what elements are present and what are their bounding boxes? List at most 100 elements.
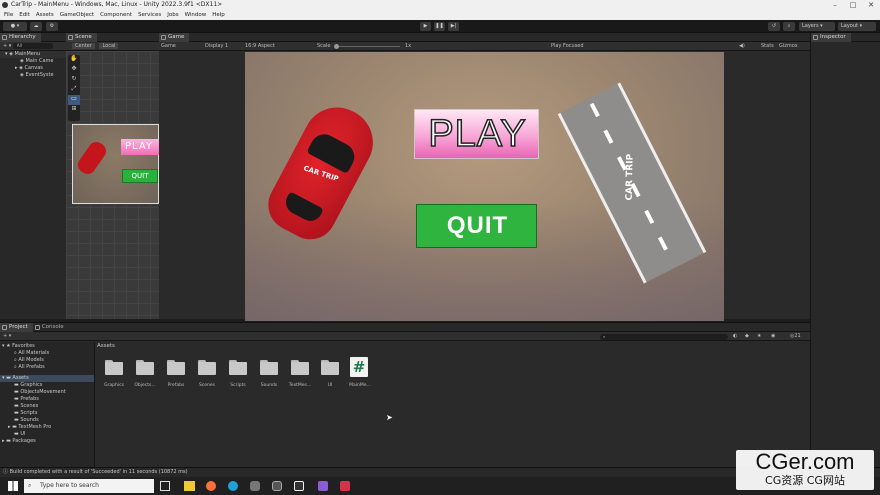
close-icon[interactable]: ✕ — [862, 0, 880, 10]
tab-hierarchy[interactable]: Hierarchy — [0, 33, 41, 42]
folder-scripts-icon[interactable] — [229, 360, 247, 375]
tree-favorites[interactable]: ▾ ★ Favorites — [0, 343, 94, 350]
unity-hub-icon[interactable] — [294, 481, 304, 491]
folder-graphics-icon[interactable] — [105, 360, 123, 375]
project-search-input[interactable]: ⌕ — [600, 333, 728, 340]
maximize-icon[interactable]: □ — [844, 0, 862, 10]
layers-dropdown[interactable]: Layers ▾ — [799, 22, 835, 31]
filter-label-icon[interactable]: ◆ — [745, 333, 749, 340]
menu-edit[interactable]: Edit — [19, 12, 30, 18]
menu-help[interactable]: Help — [212, 12, 225, 18]
scale-tool-icon[interactable]: ⤢ — [68, 85, 80, 95]
menu-component[interactable]: Component — [100, 12, 132, 18]
space-dropdown[interactable]: Local — [99, 43, 119, 49]
tree-sounds[interactable]: ▬ Sounds — [0, 417, 94, 424]
hierarchy-item-mainmenu[interactable]: ▾ ◈ MainMenu — [0, 51, 66, 58]
taskbar-search-input[interactable]: ⌕ Type here to search — [24, 479, 154, 493]
hierarchy-item-eventsystem[interactable]: ◈ EventSyste — [0, 72, 66, 79]
filter-type-icon[interactable]: ◐ — [733, 333, 737, 340]
tree-assets[interactable]: ▾ ▬ Assets — [0, 375, 94, 382]
menu-file[interactable]: File — [4, 12, 13, 18]
tab-project[interactable]: Project — [0, 323, 33, 332]
pivot-dropdown[interactable]: Center — [72, 43, 95, 49]
search-icon[interactable]: ⌕ — [783, 22, 795, 31]
folder-textmesh-icon[interactable] — [291, 360, 309, 375]
explorer-icon[interactable] — [184, 481, 195, 491]
hierarchy-search[interactable]: All — [12, 42, 53, 49]
tab-game[interactable]: Game — [159, 33, 190, 42]
script-file-icon[interactable]: # — [350, 357, 368, 377]
play-button-label: PLAY — [428, 113, 527, 155]
tree-all-materials[interactable]: ⌕ All Materials — [0, 350, 94, 357]
play-button[interactable]: ▶ — [420, 22, 431, 31]
folder-sounds-icon[interactable] — [260, 360, 278, 375]
move-tool-icon[interactable]: ✥ — [68, 65, 80, 75]
edge-icon[interactable] — [228, 481, 238, 491]
layout-dropdown[interactable]: Layout ▾ — [838, 22, 876, 31]
audio-mute-icon[interactable]: ◀) — [739, 43, 745, 50]
hierarchy-item-camera[interactable]: ◈ Main Came — [0, 58, 66, 65]
folder-scenes-icon[interactable] — [198, 360, 216, 375]
menu-jobs[interactable]: Jobs — [167, 12, 178, 18]
tree-scripts[interactable]: ▬ Scripts — [0, 410, 94, 417]
app-icon-1[interactable] — [250, 481, 260, 491]
history-icon[interactable]: ↺ — [768, 22, 780, 31]
tree-packages[interactable]: ▸ ▬ Packages — [0, 438, 94, 445]
rect-tool-icon[interactable]: ▭ — [68, 95, 80, 105]
tree-objectsmovement[interactable]: ▬ ObjectsMovement — [0, 389, 94, 396]
quit-button-ui[interactable]: QUIT — [416, 204, 537, 248]
rotate-tool-icon[interactable]: ↻ — [68, 75, 80, 85]
transform-tool-icon[interactable]: ⊞ — [68, 105, 80, 115]
tab-inspector[interactable]: Inspector — [811, 33, 851, 42]
menu-bar: File Edit Assets GameObject Component Se… — [0, 10, 880, 20]
aspect-dropdown[interactable]: 16:9 Aspect — [245, 43, 275, 50]
scale-slider[interactable] — [335, 46, 400, 47]
folder-objects-icon[interactable] — [136, 360, 154, 375]
tab-scene[interactable]: Scene — [66, 33, 97, 42]
account-button[interactable]: ● ▾ — [3, 22, 27, 31]
pause-button[interactable]: ❚❚ — [434, 22, 445, 31]
step-button[interactable]: ▶| — [448, 22, 459, 31]
create-button[interactable]: + ▾ — [3, 333, 11, 340]
tree-all-prefabs[interactable]: ⌕ All Prefabs — [0, 364, 94, 371]
hand-tool-icon[interactable]: ✋ — [68, 55, 80, 65]
play-focused-dropdown[interactable]: Play Focused — [551, 43, 584, 50]
windows-start-icon[interactable] — [8, 481, 18, 491]
stats-button[interactable]: Stats — [761, 43, 774, 50]
hierarchy-header: Hierarchy — [0, 33, 66, 42]
tree-textmeshpro[interactable]: ▸ ▬ TextMesh Pro — [0, 424, 94, 431]
folder-ui-icon[interactable] — [321, 360, 339, 375]
collab-icon[interactable]: ⚙ — [46, 22, 58, 31]
game-mode-dropdown[interactable]: Game — [161, 43, 176, 50]
menu-gameobject[interactable]: GameObject — [60, 12, 94, 18]
tree-ui[interactable]: ▬ UI — [0, 431, 94, 438]
app-icon-2[interactable] — [272, 481, 282, 491]
tab-console[interactable]: Console — [33, 323, 69, 332]
game-view[interactable]: CAR TRIP PLAY QUIT CAR TRIP — [245, 52, 724, 321]
tree-scenes[interactable]: ▬ Scenes — [0, 403, 94, 410]
menu-services[interactable]: Services — [138, 12, 161, 18]
status-text[interactable]: Build completed with a result of 'Succee… — [10, 469, 188, 475]
app-icon-3[interactable] — [340, 481, 350, 491]
tree-graphics[interactable]: ▬ Graphics — [0, 382, 94, 389]
play-button-ui[interactable]: PLAY — [414, 109, 539, 159]
tree-all-models[interactable]: ⌕ All Models — [0, 357, 94, 364]
hidden-packages-icon[interactable]: ◉ — [771, 333, 775, 340]
scene-canvas-preview[interactable]: PLAY QUIT — [72, 124, 159, 204]
firefox-icon[interactable] — [206, 481, 216, 491]
assets-breadcrumb[interactable]: Assets — [97, 343, 115, 349]
display-dropdown[interactable]: Display 1 — [205, 43, 228, 50]
favorite-icon[interactable]: ★ — [757, 333, 761, 340]
scale-slider-handle[interactable] — [334, 44, 339, 49]
tree-prefabs[interactable]: ▬ Prefabs — [0, 396, 94, 403]
scale-label: Scale — [317, 43, 331, 49]
menu-window[interactable]: Window — [185, 12, 207, 18]
taskview-icon[interactable] — [160, 481, 170, 491]
menu-assets[interactable]: Assets — [36, 12, 54, 18]
cloud-icon[interactable]: ☁ — [30, 22, 42, 31]
folder-prefabs-icon[interactable] — [167, 360, 185, 375]
gizmos-dropdown[interactable]: Gizmos — [779, 43, 797, 50]
minimize-icon[interactable]: – — [826, 0, 844, 10]
hierarchy-item-canvas[interactable]: ▸ ◈ Canvas — [0, 65, 66, 72]
visual-studio-icon[interactable] — [318, 481, 328, 491]
